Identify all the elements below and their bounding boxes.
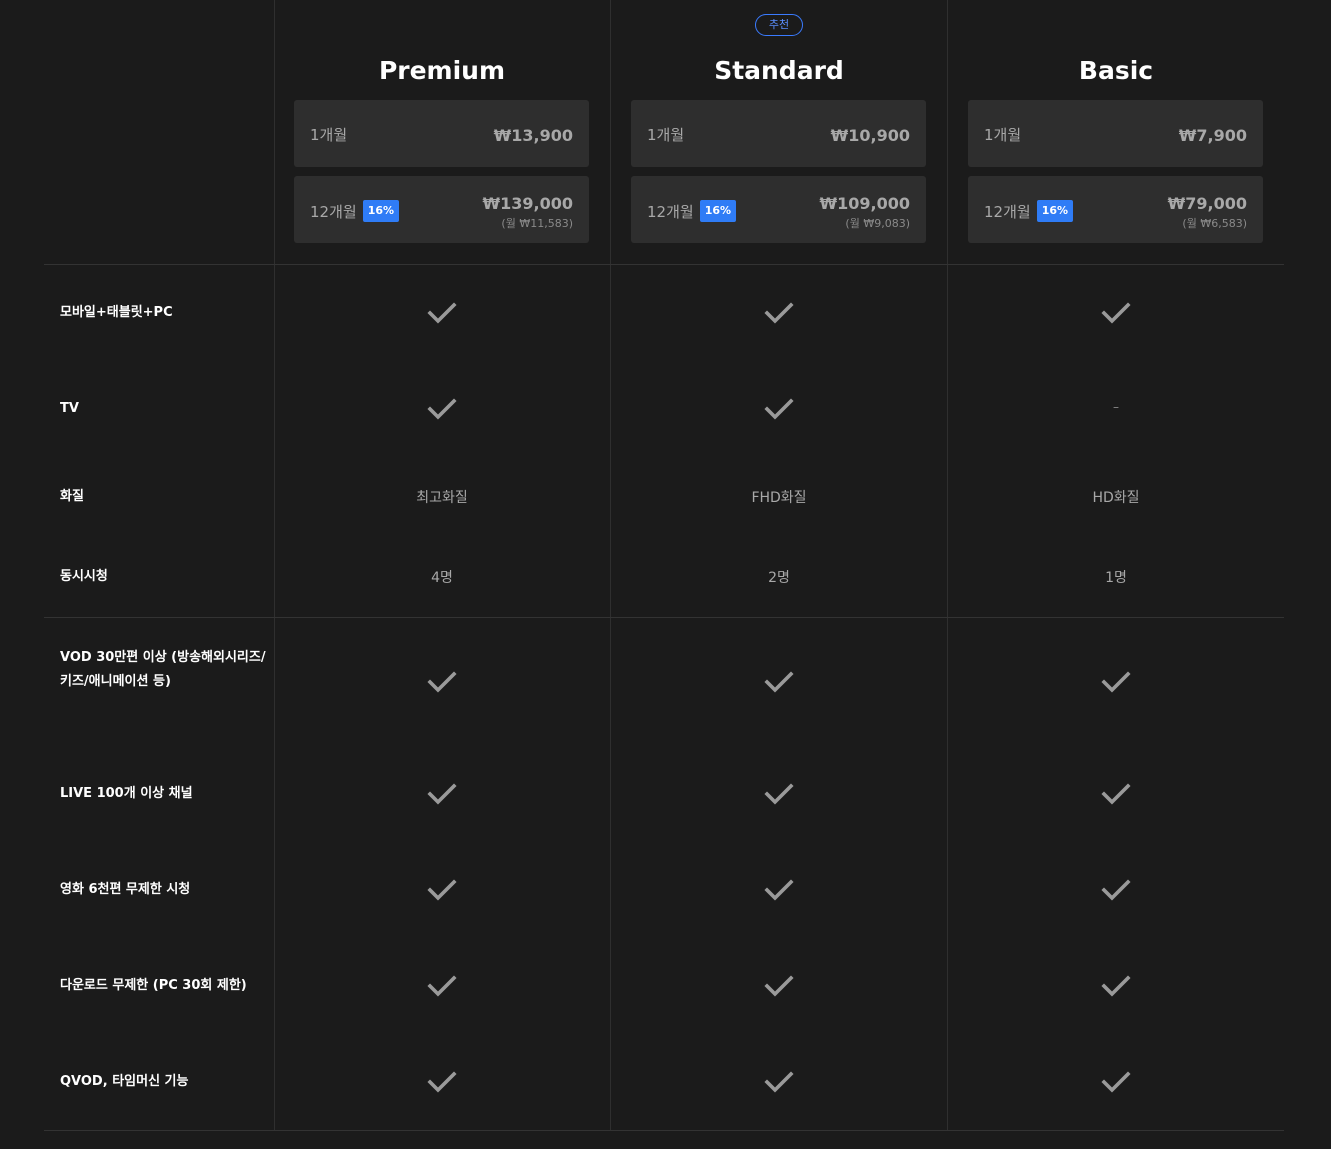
check-icon xyxy=(427,974,457,998)
feature-cell: 최고화질 xyxy=(274,487,610,507)
feature-cell xyxy=(611,974,947,1002)
period-label: 1개월 xyxy=(647,126,685,144)
not-available-dash: – xyxy=(1113,400,1119,414)
price-amount: ₩139,000 xyxy=(482,194,573,213)
price-amount: ₩10,900 xyxy=(830,126,910,145)
plan-comparison-table: Premium 1개월 ₩13,900 12개월 16% ₩139,000 (월 … xyxy=(44,0,1284,1149)
feature-cell xyxy=(948,301,1284,329)
check-icon xyxy=(764,878,794,902)
plan-name: Standard xyxy=(714,56,844,85)
check-icon xyxy=(1101,974,1131,998)
feature-cell xyxy=(611,397,947,425)
feature-cell xyxy=(274,974,610,1002)
check-icon xyxy=(1101,878,1131,902)
period-label: 12개월 xyxy=(984,202,1031,221)
feature-cell: 1명 xyxy=(948,567,1284,587)
feature-cell xyxy=(948,670,1284,698)
feature-label: 다운로드 무제한 (PC 30회 제한) xyxy=(60,978,247,993)
price-amount: ₩7,900 xyxy=(1178,126,1247,145)
check-icon xyxy=(1101,1070,1131,1094)
check-icon xyxy=(427,1070,457,1094)
period-label: 1개월 xyxy=(984,126,1022,144)
plan-premium: Premium 1개월 ₩13,900 12개월 16% ₩139,000 (월 … xyxy=(274,0,610,264)
feature-value: 2명 xyxy=(768,570,790,586)
feature-cell: – xyxy=(948,399,1284,415)
feature-cell xyxy=(611,1070,947,1098)
period-label: 12개월 xyxy=(647,202,694,221)
check-icon xyxy=(427,301,457,325)
feature-value: 4명 xyxy=(431,570,453,586)
feature-label: 모바일+태블릿+PC xyxy=(60,305,173,320)
check-icon xyxy=(427,782,457,806)
discount-badge: 16% xyxy=(1036,200,1074,222)
feature-label: 화질 xyxy=(60,489,84,504)
feature-value: 최고화질 xyxy=(416,490,468,506)
feature-value: FHD화질 xyxy=(751,490,807,506)
price-option-monthly[interactable]: 1개월 ₩13,900 xyxy=(294,100,589,167)
feature-value: HD화질 xyxy=(1092,490,1140,506)
feature-cell xyxy=(948,782,1284,810)
discount-badge: 16% xyxy=(699,200,737,222)
check-icon xyxy=(427,397,457,421)
feature-label: QVOD, 타임머신 기능 xyxy=(60,1074,189,1089)
check-icon xyxy=(1101,670,1131,694)
price-amount: ₩13,900 xyxy=(493,126,573,145)
feature-cell xyxy=(611,782,947,810)
check-icon xyxy=(1101,782,1131,806)
price-option-yearly[interactable]: 12개월 16% ₩79,000 (월 ₩6,583) xyxy=(968,176,1263,243)
feature-cell xyxy=(611,878,947,906)
feature-cell xyxy=(611,301,947,329)
feature-cell xyxy=(274,782,610,810)
feature-cell xyxy=(274,1070,610,1098)
feature-cell xyxy=(948,974,1284,1002)
feature-cell xyxy=(274,301,610,329)
feature-cell: FHD화질 xyxy=(611,487,947,507)
price-amount: ₩109,000 xyxy=(819,194,910,213)
feature-cell: 4명 xyxy=(274,567,610,587)
check-icon xyxy=(764,782,794,806)
plan-name: Basic xyxy=(1078,56,1154,85)
feature-cell xyxy=(274,670,610,698)
check-icon xyxy=(764,670,794,694)
feature-cell xyxy=(611,670,947,698)
price-option-monthly[interactable]: 1개월 ₩7,900 xyxy=(968,100,1263,167)
price-option-yearly[interactable]: 12개월 16% ₩109,000 (월 ₩9,083) xyxy=(631,176,926,243)
price-amount: ₩79,000 xyxy=(1167,194,1247,213)
price-per-month: (월 ₩11,583) xyxy=(501,217,573,230)
feature-label: LIVE 100개 이상 채널 xyxy=(60,786,193,801)
check-icon xyxy=(764,974,794,998)
feature-label: VOD 30만편 이상 (방송해외시리즈/키즈/애니메이션 등) xyxy=(60,650,266,689)
plan-standard: 추천 Standard 1개월 ₩10,900 12개월 16% ₩109,000… xyxy=(611,0,947,264)
plan-basic: Basic 1개월 ₩7,900 12개월 16% ₩79,000 (월 ₩6,5… xyxy=(948,0,1284,264)
feature-value: 1명 xyxy=(1105,570,1127,586)
feature-cell xyxy=(948,1070,1284,1098)
price-per-month: (월 ₩9,083) xyxy=(845,217,910,230)
price-option-yearly[interactable]: 12개월 16% ₩139,000 (월 ₩11,583) xyxy=(294,176,589,243)
feature-label: TV xyxy=(60,401,79,416)
feature-label: 영화 6천편 무제한 시청 xyxy=(60,882,191,897)
feature-cell: HD화질 xyxy=(948,487,1284,507)
discount-badge: 16% xyxy=(362,200,400,222)
check-icon xyxy=(427,670,457,694)
plan-name: Premium xyxy=(378,56,506,85)
check-icon xyxy=(1101,301,1131,325)
check-icon xyxy=(427,878,457,902)
period-label: 12개월 xyxy=(310,202,357,221)
feature-cell xyxy=(274,397,610,425)
check-icon xyxy=(764,1070,794,1094)
check-icon xyxy=(764,397,794,421)
price-per-month: (월 ₩6,583) xyxy=(1182,217,1247,230)
row-divider xyxy=(44,1130,1284,1131)
feature-cell xyxy=(948,878,1284,906)
price-option-monthly[interactable]: 1개월 ₩10,900 xyxy=(631,100,926,167)
row-divider xyxy=(44,264,1284,265)
recommended-badge: 추천 xyxy=(755,14,803,36)
feature-cell: 2명 xyxy=(611,567,947,587)
row-divider xyxy=(44,617,1284,618)
feature-cell xyxy=(274,878,610,906)
period-label: 1개월 xyxy=(310,126,348,144)
feature-label: 동시시청 xyxy=(60,569,108,584)
check-icon xyxy=(764,301,794,325)
